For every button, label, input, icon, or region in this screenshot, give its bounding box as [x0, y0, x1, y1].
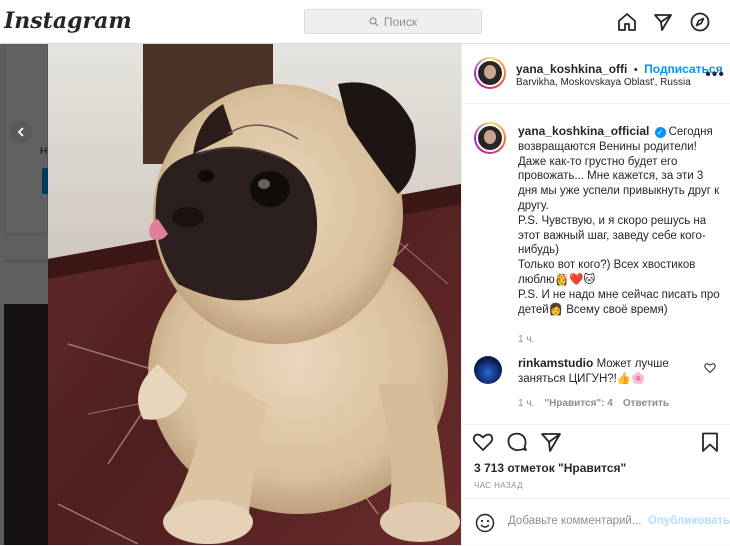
direct-icon[interactable] [652, 11, 674, 33]
post-sidebar: yana_koshkina_offi • Подписаться Barvikh… [461, 44, 730, 545]
post-time-ago[interactable]: ЧАС НАЗАД [474, 481, 523, 490]
comment-meta: 1 ч. "Нравится": 4 Ответить [518, 398, 669, 409]
comment-likes-count[interactable]: "Нравится": 4 [544, 398, 613, 409]
likes-count[interactable]: 3 713 отметок "Нравится" [474, 461, 626, 475]
previous-post-arrow-icon[interactable] [10, 121, 32, 143]
top-navigation-bar: Instagram Поиск [0, 0, 730, 44]
pug-photo-illustration [48, 44, 461, 545]
more-options-icon[interactable]: ••• [705, 66, 725, 84]
post-actions: 3 713 отметок "Нравится" ЧАС НАЗАД Опубл… [462, 424, 730, 545]
caption-timestamp[interactable]: 1 ч. [518, 333, 724, 348]
explore-icon[interactable] [689, 11, 711, 33]
commenter-username[interactable]: rinkamstudio [518, 356, 593, 370]
verified-badge-icon: ✓ [654, 127, 666, 138]
publish-comment-button[interactable]: Опубликовать [648, 515, 730, 527]
author-username[interactable]: yana_koshkina_offi [516, 62, 627, 76]
comment-item: rinkamstudio Может лучше заняться ЦИГУН?… [518, 356, 708, 387]
separator-dot: • [633, 64, 638, 76]
caption-author-username[interactable]: yana_koshkina_official [518, 124, 649, 138]
add-comment-input[interactable] [508, 515, 644, 527]
save-bookmark-icon[interactable] [699, 431, 721, 453]
comment-like-heart-icon[interactable] [704, 362, 716, 374]
search-icon [369, 16, 379, 26]
like-heart-icon[interactable] [472, 431, 494, 453]
search-placeholder: Поиск [383, 14, 418, 29]
author-line: yana_koshkina_offi • Подписаться [516, 60, 723, 78]
post-header: yana_koshkina_offi • Подписаться Barvikh… [462, 44, 730, 104]
location-link[interactable]: Barvikha, Moskovskaya Oblast', Russia [516, 77, 691, 88]
author-avatar[interactable] [474, 57, 506, 89]
post-modal: yana_koshkina_offi • Подписаться Barvikh… [48, 44, 730, 545]
instagram-logo[interactable]: Instagram [4, 8, 132, 34]
reply-button[interactable]: Ответить [623, 398, 669, 409]
post-caption: yana_koshkina_official ✓ Сегодня возвраща… [518, 124, 724, 348]
search-box[interactable]: Поиск [304, 9, 482, 34]
commenter-avatar[interactable] [474, 356, 502, 384]
emoji-smiley-icon[interactable] [475, 513, 495, 533]
share-direct-icon[interactable] [540, 431, 562, 453]
post-photo[interactable] [48, 44, 461, 545]
caption-text: Сегодня возвращаются Венины родители! Да… [518, 126, 720, 316]
comment-timestamp[interactable]: 1 ч. [518, 398, 534, 409]
add-comment-row: Опубликовать [462, 498, 730, 546]
caption-author-avatar[interactable] [474, 122, 506, 154]
comment-bubble-icon[interactable] [506, 431, 528, 453]
home-icon[interactable] [616, 11, 638, 33]
